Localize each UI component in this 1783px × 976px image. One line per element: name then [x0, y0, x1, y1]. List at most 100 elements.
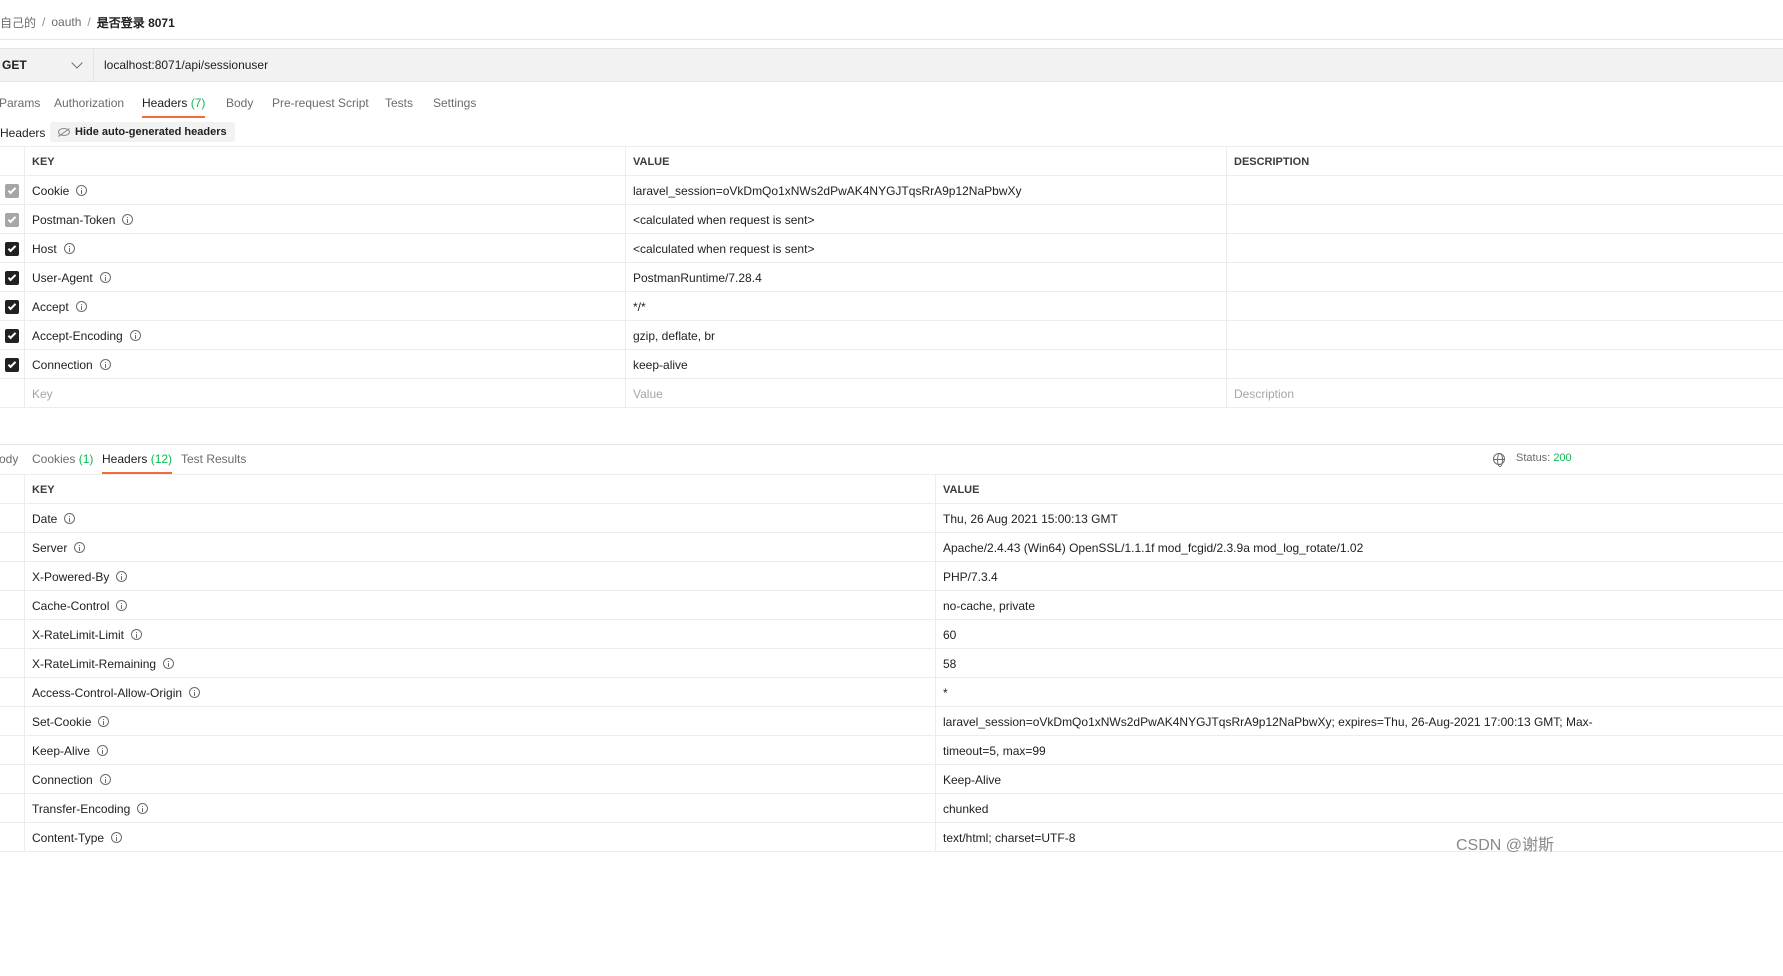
- info-icon[interactable]: [122, 214, 134, 225]
- header-value-cell[interactable]: <calculated when request is sent>: [633, 205, 814, 234]
- info-icon[interactable]: [99, 272, 111, 283]
- info-icon[interactable]: [163, 658, 175, 669]
- header-key: Transfer-Encoding: [32, 801, 131, 816]
- tab-tests[interactable]: Tests: [385, 95, 413, 118]
- check-icon: [5, 299, 19, 314]
- info-icon[interactable]: [99, 774, 111, 785]
- request-headers-table: KEY VALUE DESCRIPTION Cookie laravel_sess…: [0, 146, 1783, 408]
- table-row: Connection keep-alive: [0, 350, 1783, 379]
- active-tab-indicator: [142, 116, 206, 118]
- header-value-cell[interactable]: PostmanRuntime/7.28.4: [633, 263, 762, 292]
- info-icon[interactable]: [116, 600, 128, 611]
- row-checkbox[interactable]: [5, 176, 19, 205]
- new-value-input[interactable]: Value: [633, 379, 663, 408]
- row-checkbox[interactable]: [5, 234, 19, 263]
- header-key: User-Agent: [32, 270, 93, 285]
- header-key-cell[interactable]: Accept-Encoding: [32, 321, 141, 350]
- tab-test-results[interactable]: Test Results: [181, 451, 246, 474]
- chevron-down-icon: [71, 57, 83, 69]
- tab-count: (12): [150, 452, 173, 466]
- table-row: Date Thu, 26 Aug 2021 15:00:13 GMT: [0, 504, 1783, 533]
- tab-count: (1): [78, 452, 94, 466]
- header-value-cell: *: [943, 678, 1773, 707]
- tab-body[interactable]: ody: [0, 451, 18, 474]
- header-value-cell[interactable]: */*: [633, 292, 646, 321]
- tab-label: Authorization: [54, 96, 125, 110]
- breadcrumb-item-collection[interactable]: oauth: [51, 15, 81, 29]
- header-key-cell: Cache-Control: [32, 591, 128, 620]
- tab-label: Pre-request Script: [272, 96, 369, 110]
- header-key: Cache-Control: [32, 598, 110, 613]
- header-key-cell[interactable]: Connection: [32, 350, 111, 379]
- header-value: 60: [943, 627, 957, 642]
- info-icon[interactable]: [76, 185, 88, 196]
- info-icon[interactable]: [97, 745, 109, 756]
- hide-auto-headers-button[interactable]: Hide auto-generated headers: [50, 122, 235, 142]
- header-key-cell[interactable]: Accept: [32, 292, 87, 321]
- row-checkbox[interactable]: [5, 321, 19, 350]
- tab-pre-request-script[interactable]: Pre-request Script: [272, 95, 369, 118]
- info-icon[interactable]: [98, 716, 110, 727]
- header-key: Postman-Token: [32, 212, 116, 227]
- info-icon[interactable]: [129, 330, 141, 341]
- tab-body[interactable]: Body: [226, 95, 253, 118]
- row-checkbox[interactable]: [5, 292, 19, 321]
- header-key: Content-Type: [32, 830, 105, 845]
- header-value-cell[interactable]: <calculated when request is sent>: [633, 234, 814, 263]
- breadcrumb-separator: /: [42, 15, 46, 29]
- header-key-cell[interactable]: Cookie: [32, 176, 88, 205]
- header-key-cell[interactable]: Host: [32, 234, 75, 263]
- info-icon[interactable]: [111, 832, 123, 843]
- tab-label: Headers: [142, 96, 188, 110]
- info-icon[interactable]: [74, 542, 86, 553]
- header-value: 58: [943, 656, 957, 671]
- tab-label: Settings: [433, 96, 477, 110]
- row-checkbox[interactable]: [5, 350, 19, 379]
- tab-settings[interactable]: Settings: [433, 95, 476, 118]
- globe-icon[interactable]: [1493, 453, 1505, 467]
- info-icon[interactable]: [75, 301, 87, 312]
- header-key-cell: X-RateLimit-Limit: [32, 620, 143, 649]
- header-value-cell[interactable]: gzip, deflate, br: [633, 321, 715, 350]
- new-key-input[interactable]: Key: [32, 379, 53, 408]
- header-value-cell[interactable]: laravel_session=oVkDmQo1xNWs2dPwAK4NYGJT…: [633, 176, 1022, 205]
- info-icon[interactable]: [137, 803, 149, 814]
- header-key-cell[interactable]: Postman-Token: [32, 205, 134, 234]
- header-key-cell: Server: [32, 533, 86, 562]
- header-value-cell[interactable]: keep-alive: [633, 350, 688, 379]
- header-value: laravel_session=oVkDmQo1xNWs2dPwAK4NYGJT…: [633, 183, 1022, 198]
- tab-headers[interactable]: Headers (12): [102, 451, 173, 474]
- tab-params[interactable]: Params: [0, 95, 40, 118]
- tab-authorization[interactable]: Authorization: [54, 95, 124, 118]
- new-description-input[interactable]: Description: [1234, 379, 1294, 408]
- watermark: CSDN @谢斯: [1456, 837, 1555, 854]
- header-key-cell[interactable]: User-Agent: [32, 263, 111, 292]
- headers-section-title: Headers: [0, 126, 46, 140]
- info-icon[interactable]: [189, 687, 201, 698]
- header-value: laravel_session=oVkDmQo1xNWs2dPwAK4NYGJT…: [943, 714, 1593, 729]
- table-row: X-RateLimit-Limit 60: [0, 620, 1783, 649]
- info-icon[interactable]: [64, 513, 76, 524]
- header-value-cell: text/html; charset=UTF-8: [943, 823, 1773, 852]
- info-icon[interactable]: [131, 629, 143, 640]
- request-name[interactable]: 是否登录 8071: [97, 14, 175, 31]
- header-key-cell: Set-Cookie: [32, 707, 110, 736]
- header-value: text/html; charset=UTF-8: [943, 830, 1076, 845]
- info-icon[interactable]: [116, 571, 128, 582]
- info-icon[interactable]: [99, 359, 111, 370]
- row-checkbox[interactable]: [5, 205, 19, 234]
- header-value: no-cache, private: [943, 598, 1036, 613]
- check-icon: [5, 328, 19, 343]
- column-header-value: VALUE: [943, 483, 980, 496]
- tab-cookies[interactable]: Cookies (1): [32, 451, 93, 474]
- header-value-cell: Apache/2.4.43 (Win64) OpenSSL/1.1.1f mod…: [943, 533, 1773, 562]
- table-row: X-RateLimit-Remaining 58: [0, 649, 1783, 678]
- url-input[interactable]: localhost:8071/api/sessionuser: [104, 49, 268, 81]
- table-row: X-Powered-By PHP/7.3.4: [0, 562, 1783, 591]
- info-icon[interactable]: [63, 243, 75, 254]
- tab-headers[interactable]: Headers (7): [142, 95, 206, 118]
- header-key: Date: [32, 511, 58, 526]
- row-checkbox[interactable]: [5, 263, 19, 292]
- breadcrumb-item-workspace[interactable]: 自己的: [0, 14, 36, 31]
- method-select[interactable]: GET: [0, 49, 94, 81]
